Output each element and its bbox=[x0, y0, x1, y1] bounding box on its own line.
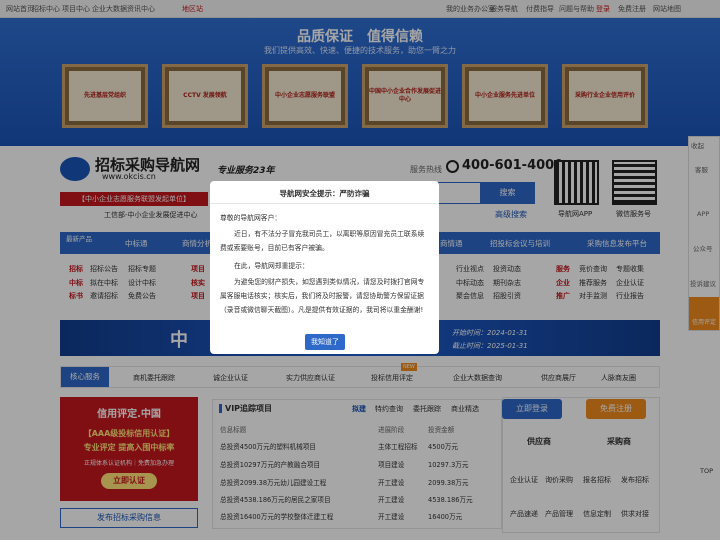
modal-paragraph-1: 近日，有不法分子冒充我司员工，以离职等原因冒充员工联系续费或索要账号，目前已有客… bbox=[220, 230, 425, 252]
modal-divider bbox=[210, 203, 439, 204]
modal-title: 导航网安全提示：严防诈骗 bbox=[279, 189, 370, 198]
modal-paragraph-2: 在此，导航网郑重提示： bbox=[234, 262, 309, 270]
acknowledge-button[interactable]: 我知道了 bbox=[305, 334, 345, 350]
modal-greeting: 尊敬的导航网客户： bbox=[220, 214, 282, 222]
security-notice-modal: 导航网安全提示：严防诈骗 尊敬的导航网客户： 近日，有不法分子冒充我司员工，以离… bbox=[210, 181, 439, 354]
modal-paragraph-3: 为避免您的财产损失，如您遇到类似情况，请您及时拨打官网专属客服电话核实；核实后，… bbox=[220, 278, 425, 314]
